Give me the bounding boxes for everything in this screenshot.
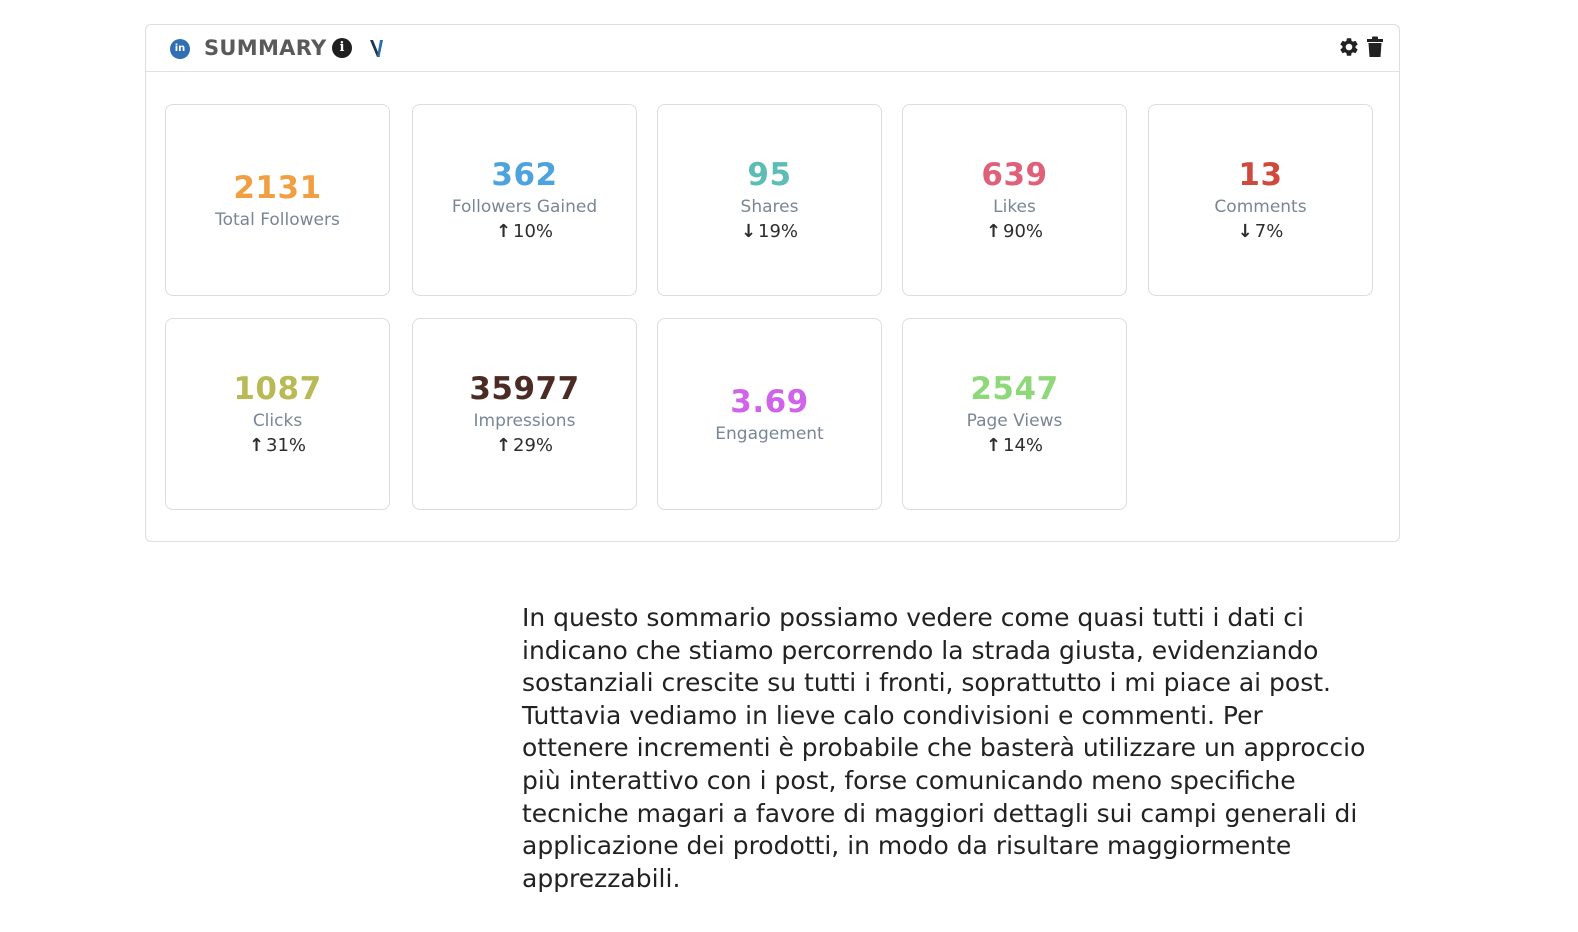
metric-label: Shares (740, 197, 799, 217)
metric-value: 2131 (233, 169, 322, 206)
metric-card-total-followers: 2131 Total Followers (165, 104, 390, 296)
widget-header: in SUMMARY i (146, 25, 1399, 72)
metric-value: 2547 (970, 371, 1059, 407)
metric-change-value: 10% (513, 221, 554, 242)
metric-change-value: 7% (1254, 221, 1284, 242)
metric-value: 639 (981, 157, 1048, 193)
metric-change-value: 31% (266, 435, 307, 456)
arrow-up-icon: ↑ (495, 435, 512, 456)
linkedin-icon: in (170, 39, 190, 59)
metric-card-impressions: 35977 Impressions ↑ 29% (412, 318, 637, 510)
metric-value: 95 (747, 157, 792, 193)
metric-label: Impressions (473, 411, 576, 431)
gear-icon[interactable] (1338, 36, 1360, 58)
metric-value: 13 (1238, 157, 1283, 193)
metric-label: Engagement (715, 423, 824, 444)
metric-label: Comments (1214, 197, 1307, 217)
metric-change: ↓ 7% (1238, 220, 1284, 244)
metric-value: 1087 (233, 371, 322, 407)
metric-change: ↑ 14% (986, 434, 1043, 458)
metric-change-value: 29% (513, 435, 554, 456)
metric-change: ↑ 10% (496, 220, 553, 244)
arrow-up-icon: ↑ (985, 221, 1002, 242)
metric-value: 3.69 (730, 383, 809, 420)
metric-change: ↑ 31% (249, 434, 306, 458)
metric-label: Likes (993, 197, 1036, 217)
summary-commentary: In questo sommario possiamo vedere come … (522, 603, 1366, 893)
metric-card-shares: 95 Shares ↓ 19% (657, 104, 882, 296)
arrow-up-icon: ↑ (985, 435, 1002, 456)
trash-icon[interactable] (1367, 36, 1383, 58)
summary-widget: in SUMMARY i 2131 Total Followers 362 Fo… (145, 24, 1400, 542)
metric-value: 35977 (469, 371, 580, 407)
metric-change-value: 90% (1003, 221, 1044, 242)
arrow-up-icon: ↑ (495, 221, 512, 242)
arrow-down-icon: ↓ (740, 221, 757, 242)
metric-change-value: 14% (1003, 435, 1044, 456)
metric-change-value: 19% (758, 221, 799, 242)
metric-card-comments: 13 Comments ↓ 7% (1148, 104, 1373, 296)
metric-change: ↓ 19% (741, 220, 798, 244)
v-logo-icon (370, 40, 383, 57)
arrow-down-icon: ↓ (1237, 221, 1253, 242)
metric-card-likes: 639 Likes ↑ 90% (902, 104, 1127, 296)
metric-card-followers-gained: 362 Followers Gained ↑ 10% (412, 104, 637, 296)
metric-card-engagement: 3.69 Engagement (657, 318, 882, 510)
metric-change: ↑ 29% (496, 434, 553, 458)
metric-card-page-views: 2547 Page Views ↑ 14% (902, 318, 1127, 510)
info-icon[interactable]: i (332, 38, 352, 58)
metric-label: Page Views (966, 411, 1063, 431)
metric-label: Clicks (252, 411, 303, 431)
metric-value: 362 (491, 157, 558, 193)
metric-label: Followers Gained (451, 197, 598, 217)
widget-title: SUMMARY (204, 36, 327, 60)
metric-label: Total Followers (215, 209, 340, 230)
metric-card-clicks: 1087 Clicks ↑ 31% (165, 318, 390, 510)
arrow-up-icon: ↑ (248, 435, 265, 456)
metric-change: ↑ 90% (986, 220, 1043, 244)
